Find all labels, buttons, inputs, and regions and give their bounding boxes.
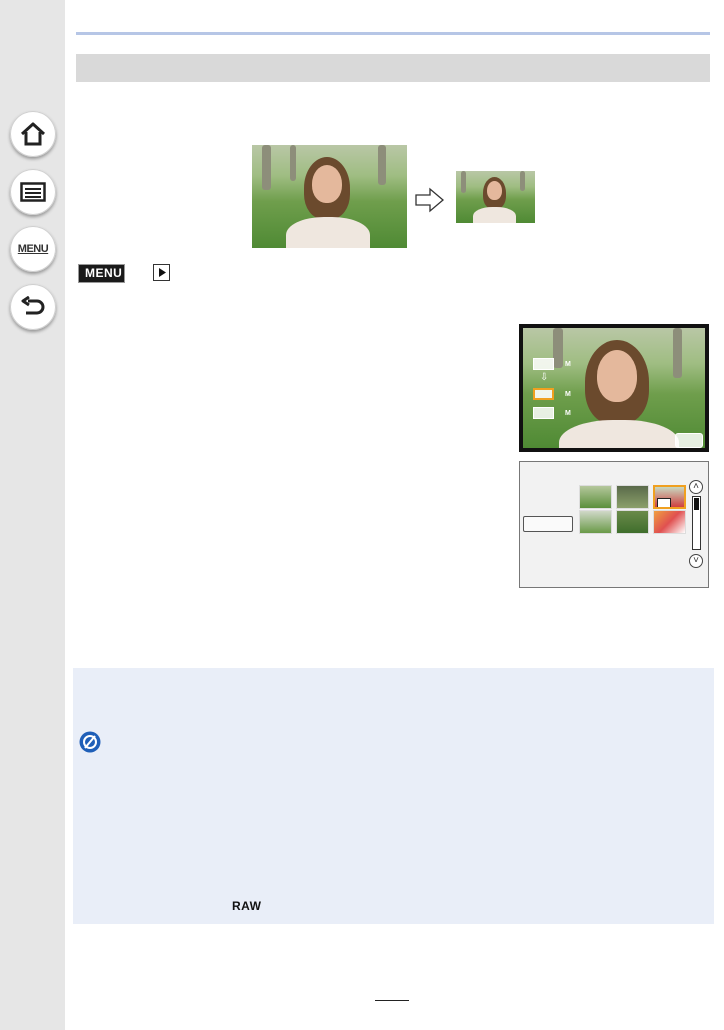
contents-list-icon (20, 182, 46, 202)
thumbnail[interactable] (579, 485, 612, 509)
scrollbar[interactable] (692, 496, 701, 550)
resize-mark-icon (657, 498, 671, 507)
back-icon (21, 296, 45, 315)
notes-box (73, 668, 714, 924)
set-button[interactable] (523, 516, 573, 532)
image-select-screen: ˄ ˅ (519, 461, 709, 588)
header-rule (76, 32, 710, 35)
set-button[interactable] (675, 433, 703, 448)
arrow-right-icon (415, 187, 445, 213)
scroll-up-icon[interactable]: ˄ (689, 480, 703, 494)
size-option-selected[interactable] (533, 388, 554, 400)
down-arrow-icon: ⇩ (540, 372, 549, 383)
section-title-bar (76, 54, 710, 82)
back-button[interactable] (10, 284, 56, 330)
size-option[interactable] (533, 407, 554, 419)
sidebar: MENU (0, 0, 65, 1030)
scroll-down-icon[interactable]: ˅ (689, 554, 703, 568)
thumbnail[interactable] (653, 510, 686, 534)
thumbnail[interactable] (579, 510, 612, 534)
home-button[interactable] (10, 111, 56, 157)
resize-screen: M ⇩ M M (519, 324, 709, 452)
menu-button[interactable]: MENU (10, 226, 56, 272)
raw-label: RAW (232, 899, 262, 913)
page-number-rule (375, 1000, 409, 1001)
menu-badge: MENU (78, 264, 125, 283)
not-available-icon (79, 731, 101, 753)
thumbnail-selected[interactable] (653, 485, 686, 509)
menu-icon: MENU (17, 243, 49, 255)
size-option-current (533, 358, 554, 370)
thumbnail[interactable] (616, 510, 649, 534)
screen-photo: M ⇩ M M (523, 328, 705, 448)
thumbnail[interactable] (616, 485, 649, 509)
example-image-small (456, 171, 535, 223)
example-image-large (252, 145, 407, 248)
contents-button[interactable] (10, 169, 56, 215)
home-icon (20, 122, 46, 146)
playback-icon (153, 264, 170, 281)
